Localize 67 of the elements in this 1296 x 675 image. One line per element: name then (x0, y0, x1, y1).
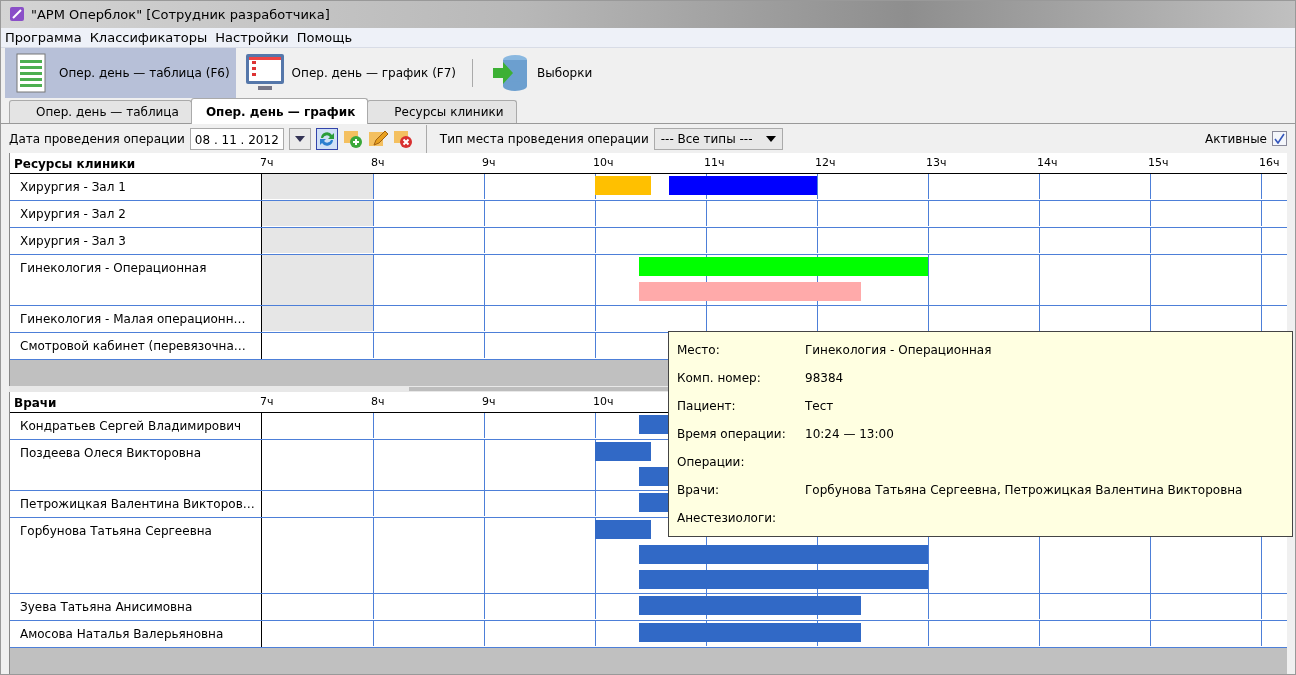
tooltip-label: Время операции: (677, 426, 787, 443)
tooltip-value: Тест (805, 398, 834, 415)
hour-label: 14ч (1037, 155, 1058, 172)
hour-label: 13ч (926, 155, 947, 172)
tooltip-label: Пациент: (677, 398, 737, 415)
resource-name: Поздеева Олеся Викторовна (10, 440, 262, 491)
column-header: Врачи (13, 395, 58, 413)
tooltip-label: Комп. номер: (677, 370, 762, 387)
tooltip-label: Место: (677, 342, 721, 359)
schedule-bar[interactable] (639, 570, 928, 590)
schedule-bar[interactable] (639, 623, 862, 643)
date-field[interactable]: 08 . 11 . 2012 (189, 127, 284, 150)
toolbar-button[interactable]: Выборки (483, 48, 599, 99)
resource-name: Кондратьев Сергей Владимирович (10, 413, 262, 440)
tooltip-label: Операции: (677, 454, 746, 471)
refresh-button[interactable] (315, 127, 338, 150)
toolbar-button[interactable]: Опер. день — график (F7) (237, 48, 463, 99)
hour-label: 10ч (593, 155, 614, 172)
app-icon (9, 6, 25, 23)
resource-name: Зуева Татьяна Анисимовна (10, 594, 262, 621)
dropdown-button[interactable] (288, 127, 311, 150)
hour-label: 12ч (815, 155, 836, 172)
hour-label: 11ч (704, 155, 725, 172)
hour-label: 15ч (1148, 155, 1169, 172)
resource-name: Смотровой кабинет (перевязочна… (10, 333, 262, 360)
active-label: Активные (1204, 130, 1267, 148)
window-title: "АРМ Оперблок" [Сотрудник разработчика] (31, 5, 330, 24)
delete-icon (392, 128, 413, 149)
tooltip-value: 10:24 — 13:00 (805, 426, 894, 443)
hour-label: 8ч (371, 394, 385, 411)
caret-icon (766, 135, 777, 142)
add-icon (342, 128, 363, 149)
toolbar-button[interactable]: Опер. день — таблица (F6) (5, 48, 236, 99)
menu-item[interactable]: Программа (1, 27, 86, 48)
schedule-bar[interactable] (639, 596, 862, 616)
tooltip-value: Горбунова Татьяна Сергеевна, Петрожицкая Валентина Викторовна (805, 482, 1243, 499)
schedule-bar[interactable] (595, 442, 651, 462)
caret-icon (294, 135, 305, 142)
edit-icon (367, 128, 388, 149)
tooltip-label: Врачи: (677, 482, 721, 499)
hour-label: 7ч (260, 155, 274, 172)
date-label: Дата проведения операции (9, 130, 185, 148)
type-label: Тип места проведения операции (439, 130, 649, 148)
hour-label: 16ч (1259, 155, 1280, 172)
active-checkbox[interactable] (1272, 131, 1287, 147)
column-header: Ресурсы клиники (13, 156, 137, 174)
tab[interactable]: Опер. день — график (190, 98, 369, 125)
hour-label: 8ч (371, 155, 385, 172)
schedule-bar[interactable] (639, 545, 928, 565)
menu-item[interactable]: Настройки (211, 27, 293, 48)
tooltip-value: 98384 (805, 370, 844, 387)
hour-label: 9ч (482, 155, 496, 172)
tooltip-label: Анестезиологи: (677, 510, 778, 527)
menu-item[interactable]: Помощь (292, 27, 357, 48)
tab[interactable]: Опер. день — таблица (9, 100, 192, 124)
hour-label: 9ч (482, 394, 496, 411)
schedule-bar[interactable] (669, 176, 817, 196)
resource-name: Петрожицкая Валентина Викторов… (10, 491, 262, 518)
type-dropdown[interactable]: --- Все типы --- (653, 127, 784, 150)
resource-name: Горбунова Татьяна Сергеевна (10, 518, 262, 594)
schedule-bar[interactable] (595, 520, 651, 540)
tab[interactable]: Ресурсы клиники (367, 100, 517, 124)
resource-name: Амосова Наталья Валерьяновна (10, 621, 262, 648)
hour-label: 7ч (260, 394, 274, 411)
tooltip-value: Гинекология - Операционная (805, 342, 992, 359)
hour-label: 10ч (593, 394, 614, 411)
menu-item[interactable]: Классификаторы (85, 27, 212, 48)
